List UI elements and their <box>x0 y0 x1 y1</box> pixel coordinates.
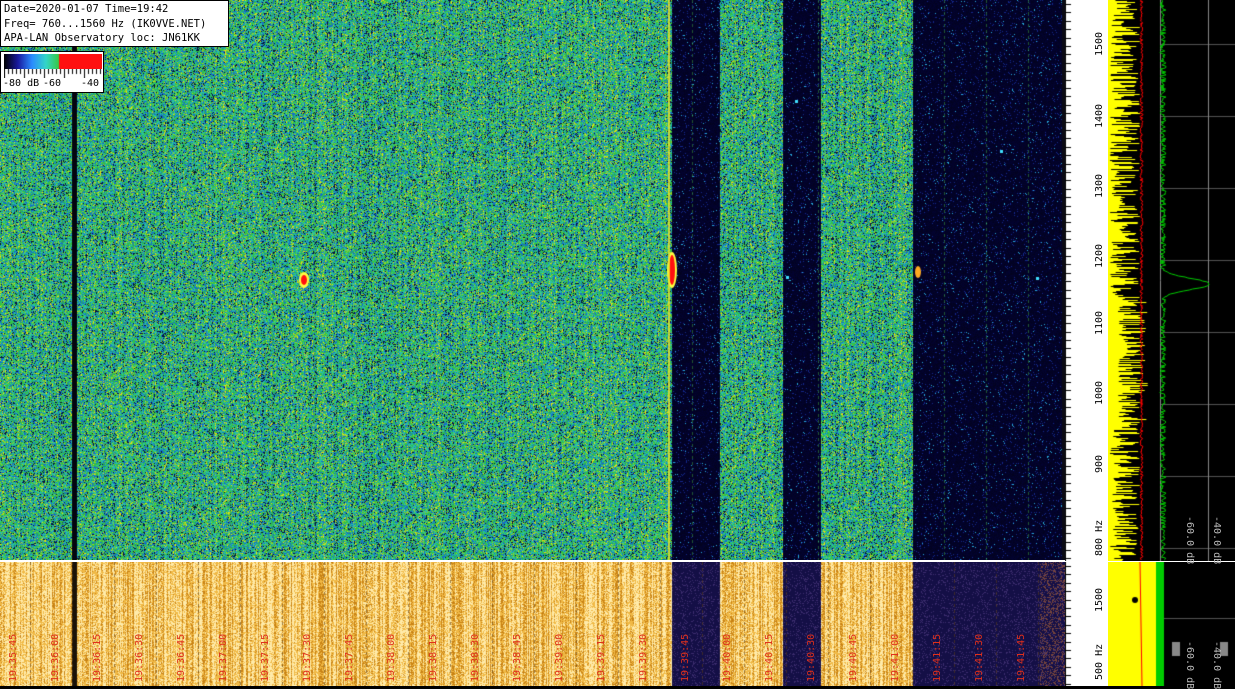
overview-freq-label-1500: 1500 <box>1094 587 1105 612</box>
frequency-text: Freq= 760...1560 Hz (IK0VVE.NET) <box>4 17 207 30</box>
scale-label-mid: -60 <box>43 78 62 89</box>
freq-label-1300: 1300 <box>1094 173 1105 198</box>
overview-db-label-minus40: -40.0 dB <box>1211 641 1222 689</box>
time-label: 19:41:00 <box>890 633 901 682</box>
time-label: 19:37:45 <box>344 633 355 682</box>
db-label-minus40: -40.0 dB <box>1211 516 1222 565</box>
time-label: 19:37:00 <box>218 633 229 682</box>
overview-spectrogram[interactable] <box>0 562 1065 686</box>
time-label: 19:37:15 <box>260 633 271 682</box>
time-label: 19:36:15 <box>92 633 103 682</box>
freq-label-1500: 1500 <box>1094 31 1105 56</box>
frequency-axis: 1500 1400 1300 1200 1100 1000 900 800 Hz <box>1065 0 1108 561</box>
color-scale-legend: -80 dB -60 -40 <box>0 51 104 93</box>
observatory-text: APA-LAN Observatory loc: JN61KK <box>4 32 200 44</box>
panel-divider <box>0 560 1235 562</box>
time-label: 19:38:30 <box>470 633 481 682</box>
color-scale-ticks <box>4 69 102 78</box>
db-label-minus60: -60.0 dB <box>1184 516 1195 565</box>
spectrum-profile-panel <box>1108 0 1235 561</box>
time-label: 19:39:45 <box>680 633 691 682</box>
time-label: 19:35:45 <box>8 633 19 682</box>
time-label: 19:41:30 <box>974 633 985 682</box>
time-label: 19:40:45 <box>848 633 859 682</box>
time-label: 19:40:15 <box>764 633 775 682</box>
overview-freq-label-500: 500 Hz <box>1094 643 1105 680</box>
color-scale-bar <box>4 54 102 69</box>
time-label: 19:36:00 <box>50 633 61 682</box>
freq-label-1100: 1100 <box>1094 310 1105 335</box>
scale-label-min: -80 dB <box>3 78 40 89</box>
freq-label-1000: 1000 <box>1094 380 1105 405</box>
time-label: 19:38:15 <box>428 633 439 682</box>
time-label: 19:41:15 <box>932 633 943 682</box>
time-label: 19:37:30 <box>302 633 313 682</box>
freq-label-800: 800 Hz <box>1094 519 1105 556</box>
info-box: Date=2020-01-07 Time=19:42 Freq= 760...1… <box>0 0 229 47</box>
overview-frequency-axis: 1500 500 Hz <box>1065 562 1108 686</box>
freq-label-1200: 1200 <box>1094 243 1105 268</box>
time-label: 19:38:45 <box>512 633 523 682</box>
time-label: 19:39:30 <box>638 633 649 682</box>
time-label: 19:39:15 <box>596 633 607 682</box>
time-label: 19:40:30 <box>806 633 817 682</box>
time-label: 19:36:45 <box>176 633 187 682</box>
color-scale-labels: -80 dB -60 -40 <box>3 78 103 92</box>
waterfall-spectrogram[interactable] <box>0 0 1065 561</box>
freq-label-900: 900 <box>1094 454 1105 473</box>
date-time-text: Date=2020-01-07 Time=19:42 <box>4 3 169 15</box>
time-label: 19:36:30 <box>134 633 145 682</box>
freq-label-1400: 1400 <box>1094 103 1105 128</box>
time-label: 19:41:45 <box>1016 633 1027 682</box>
time-label: 19:38:00 <box>386 633 397 682</box>
overview-db-label-minus60: -60.0 dB <box>1184 641 1195 689</box>
time-label: 19:40:00 <box>722 633 733 682</box>
scale-label-max: -40 <box>81 78 100 89</box>
frequency-axis-ticks <box>1065 0 1108 561</box>
time-label: 19:39:00 <box>554 633 565 682</box>
